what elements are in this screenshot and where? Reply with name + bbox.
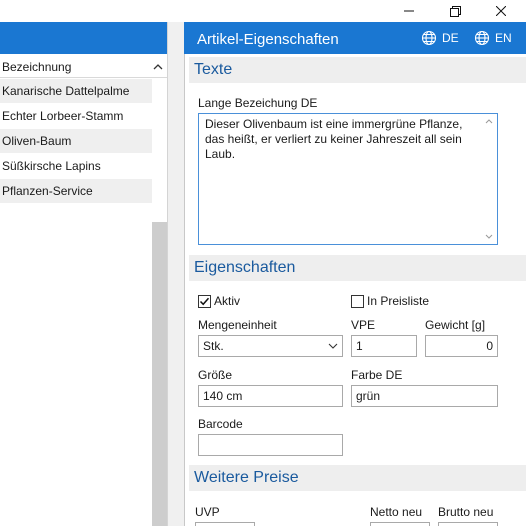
farbe-input[interactable]: grün xyxy=(351,385,498,407)
netto-neu-input[interactable] xyxy=(370,522,430,526)
left-panel-header xyxy=(0,22,167,54)
mengeneinheit-select[interactable]: Stk. xyxy=(198,335,343,357)
brutto-neu-input[interactable] xyxy=(438,522,498,526)
aktiv-checkbox-box xyxy=(198,294,211,308)
vpe-input[interactable]: 1 xyxy=(351,335,417,357)
brutto-neu-label: Brutto neu xyxy=(438,505,494,519)
preisliste-checkbox-box xyxy=(351,294,364,308)
chevron-down-icon xyxy=(328,343,338,349)
minimize-button[interactable] xyxy=(386,0,432,22)
list-scrollbar[interactable] xyxy=(152,222,167,526)
sort-ascending-icon xyxy=(153,64,163,70)
close-icon xyxy=(496,6,506,16)
globe-icon xyxy=(474,30,490,46)
language-de-button[interactable]: DE xyxy=(421,29,459,47)
section-texte-header: Texte xyxy=(189,57,526,83)
mengeneinheit-label: Mengeneinheit xyxy=(198,318,277,332)
long-description-textarea[interactable]: Dieser Olivenbaum ist eine immergrüne Pf… xyxy=(198,113,498,245)
section-preise-header: Weitere Preise xyxy=(189,465,526,491)
restore-icon xyxy=(449,5,461,17)
window-titlebar xyxy=(0,0,526,22)
panel-splitter[interactable] xyxy=(167,22,184,526)
aktiv-label: Aktiv xyxy=(214,294,241,308)
gewicht-input[interactable]: 0 xyxy=(425,335,498,357)
netto-neu-label: Netto neu xyxy=(370,505,423,519)
list-item[interactable]: Kanarische Dattelpalme xyxy=(0,79,152,104)
mengeneinheit-value: Stk. xyxy=(203,339,224,353)
uvp-label: UVP xyxy=(195,505,220,519)
barcode-label: Barcode xyxy=(198,417,243,431)
barcode-input[interactable] xyxy=(198,434,343,456)
chevron-up-icon xyxy=(485,119,493,124)
list-rows: Kanarische Dattelpalme Echter Lorbeer-St… xyxy=(0,79,152,204)
globe-icon xyxy=(421,30,437,46)
preisliste-checkbox[interactable]: In Preisliste xyxy=(351,294,429,308)
minimize-icon xyxy=(404,10,414,12)
list-item[interactable]: Süßkirsche Lapins xyxy=(0,154,152,179)
section-eigenschaften-header: Eigenschaften xyxy=(189,255,526,281)
article-list: Bezeichnung Kanarische Dattelpalme Echte… xyxy=(0,54,167,526)
list-item[interactable]: Pflanzen-Service xyxy=(0,179,152,204)
farbe-label: Farbe DE xyxy=(351,368,403,382)
properties-panel: Texte Lange Bezeichung DE Dieser Olivenb… xyxy=(184,54,526,526)
chevron-down-icon xyxy=(485,234,493,239)
column-header-label: Bezeichnung xyxy=(2,59,72,74)
groesse-input[interactable]: 140 cm xyxy=(198,385,343,407)
aktiv-checkbox[interactable]: Aktiv xyxy=(198,294,240,308)
textarea-scrollbar[interactable] xyxy=(483,116,495,242)
language-de-label: DE xyxy=(442,31,459,45)
list-item[interactable]: Echter Lorbeer-Stamm xyxy=(0,104,152,129)
language-en-label: EN xyxy=(495,31,512,45)
language-en-button[interactable]: EN xyxy=(474,29,512,47)
close-button[interactable] xyxy=(478,0,524,22)
restore-button[interactable] xyxy=(432,0,478,22)
checkmark-icon xyxy=(199,297,210,305)
long-description-text: Dieser Olivenbaum ist eine immergrüne Pf… xyxy=(205,117,463,161)
gewicht-label: Gewicht [g] xyxy=(425,318,486,332)
groesse-label: Größe xyxy=(198,368,233,382)
uvp-input[interactable] xyxy=(195,522,255,526)
properties-header: Artikel-Eigenschaften DE EN xyxy=(184,22,526,54)
vpe-label: VPE xyxy=(351,318,376,332)
list-item[interactable]: Oliven-Baum xyxy=(0,129,152,154)
preisliste-label: In Preisliste xyxy=(367,294,430,308)
column-header-bezeichnung[interactable]: Bezeichnung xyxy=(0,56,167,78)
properties-title: Artikel-Eigenschaften xyxy=(197,31,339,48)
long-description-label: Lange Bezeichung DE xyxy=(198,96,318,110)
